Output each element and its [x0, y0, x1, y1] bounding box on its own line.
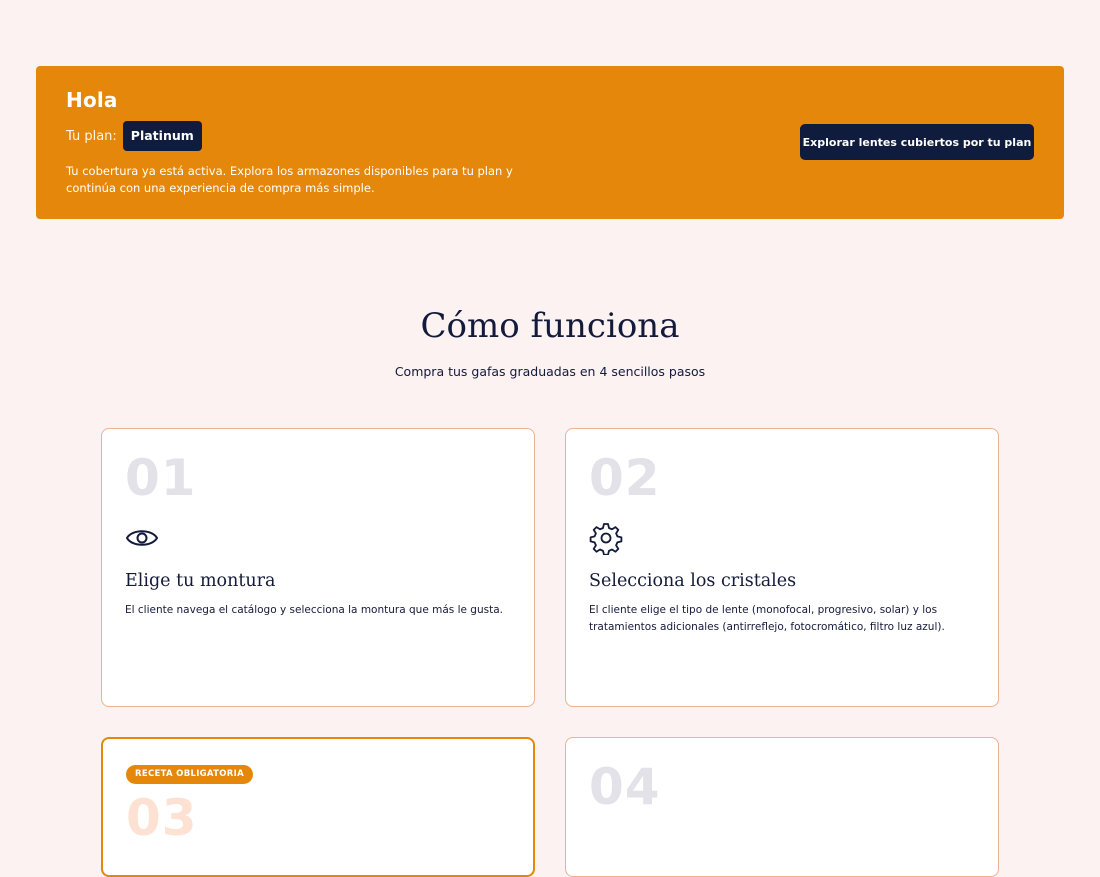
step-card-4: 04 — [565, 737, 999, 877]
eye-icon — [125, 530, 159, 546]
step-number: 03 — [126, 789, 198, 847]
plan-description: Tu cobertura ya está activa. Explora los… — [66, 164, 513, 195]
step-title: Selecciona los cristales — [589, 571, 797, 591]
step-card-3: RECETA OBLIGATORIA 03 — [101, 737, 535, 877]
plan-banner: Hola Tu plan: Platinum Tu cobertura ya e… — [36, 66, 1064, 219]
step-text: El cliente navega el catálogo y seleccio… — [125, 604, 503, 616]
step-number: 01 — [125, 449, 197, 507]
step-number: 04 — [589, 758, 661, 816]
step-card-2: 02 Selecciona los cristales El cliente e… — [565, 428, 999, 707]
plan-badge: Platinum — [122, 121, 202, 151]
greeting: Hola — [66, 88, 118, 112]
step-text: El cliente elige el tipo de lente (monof… — [589, 604, 945, 633]
gear-icon — [589, 523, 623, 555]
required-prescription-badge: RECETA OBLIGATORIA — [126, 765, 253, 784]
plan-row: Tu plan: Platinum — [66, 121, 202, 151]
section-subtitle: Compra tus gafas graduadas en 4 sencillo… — [394, 364, 706, 379]
step-title: Elige tu montura — [125, 571, 276, 591]
step-card-1: 01 Elige tu montura El cliente navega el… — [101, 428, 535, 707]
step-number: 02 — [589, 449, 661, 507]
explore-lenses-button[interactable]: Explorar lentes cubiertos por tu plan — [800, 124, 1034, 160]
section-title: Cómo funciona — [420, 306, 680, 346]
plan-label: Tu plan: — [66, 128, 117, 144]
